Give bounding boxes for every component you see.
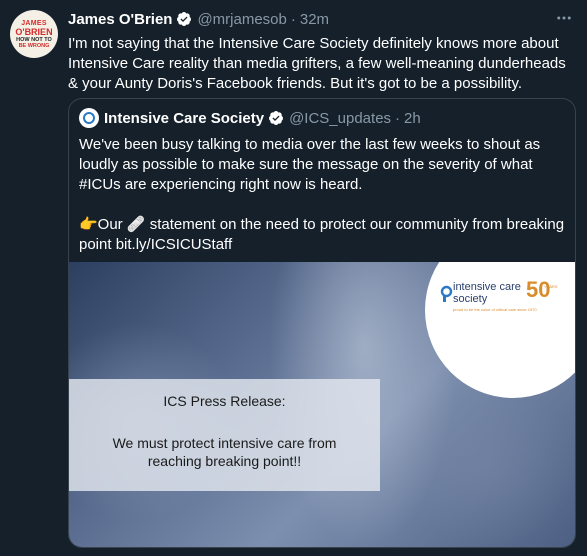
quoted-tweet-header: Intensive Care Society @ICS_updates · 2h: [79, 108, 421, 128]
timestamp[interactable]: 32m: [300, 11, 329, 28]
quoted-avatar: [79, 108, 99, 128]
ics-logo-years: YEARS: [544, 284, 558, 289]
verified-badge-icon: [177, 12, 192, 26]
tweet[interactable]: JAMES O'BRIEN HOW NOT TO BE WRONG James …: [0, 0, 587, 556]
press-release-line2: reaching breaking point!!: [147, 453, 302, 469]
quoted-author-name: Intensive Care Society: [104, 109, 265, 127]
photo-foreground-shade: [399, 382, 575, 547]
separator-dot: ·: [290, 10, 296, 28]
ics-logo-icon: [440, 285, 453, 302]
tweet-header: James O'Brien @mrjamesob · 32m: [68, 9, 573, 29]
author-name[interactable]: James O'Brien: [68, 11, 172, 28]
quoted-timestamp: 2h: [404, 109, 421, 127]
quoted-media-image[interactable]: intensive care society 50 YEARS proud to…: [69, 262, 575, 547]
verified-badge-icon: [269, 111, 284, 125]
ics-logo-line2: society: [453, 293, 488, 305]
quoted-paragraph-2: 👉Our 🩹 statement on the need to protect …: [79, 216, 565, 253]
ics-logo-strapline: proud to be the voice of critical care s…: [453, 307, 537, 312]
ics-logo-line1: intensive care: [453, 281, 521, 293]
quoted-paragraph-1: We've been busy talking to media over th…: [79, 136, 541, 193]
ics-logo-icon: [83, 112, 95, 124]
tweet-text: I'm not saying that the Intensive Care S…: [68, 35, 566, 92]
press-release-title: ICS Press Release:: [163, 393, 286, 409]
avatar-text-line4: BE WRONG: [18, 42, 50, 49]
quoted-tweet[interactable]: Intensive Care Society @ICS_updates · 2h…: [68, 98, 576, 548]
press-release-line1: We must protect intensive care from: [112, 435, 337, 451]
quoted-author-handle: @ICS_updates: [289, 109, 392, 127]
quoted-tweet-text: We've been busy talking to media over th…: [79, 135, 565, 255]
press-release-box: ICS Press Release: We must protect inten…: [69, 379, 380, 491]
more-horizontal-icon[interactable]: [555, 9, 573, 27]
author-handle[interactable]: @mrjamesob: [197, 11, 286, 28]
avatar[interactable]: JAMES O'BRIEN HOW NOT TO BE WRONG: [10, 10, 58, 58]
separator-dot: ·: [395, 109, 401, 127]
ics-logo-anniversary: 50: [526, 277, 551, 302]
avatar-text-line2: O'BRIEN: [15, 26, 53, 37]
ics-logo-text: intensive care society: [453, 281, 521, 305]
